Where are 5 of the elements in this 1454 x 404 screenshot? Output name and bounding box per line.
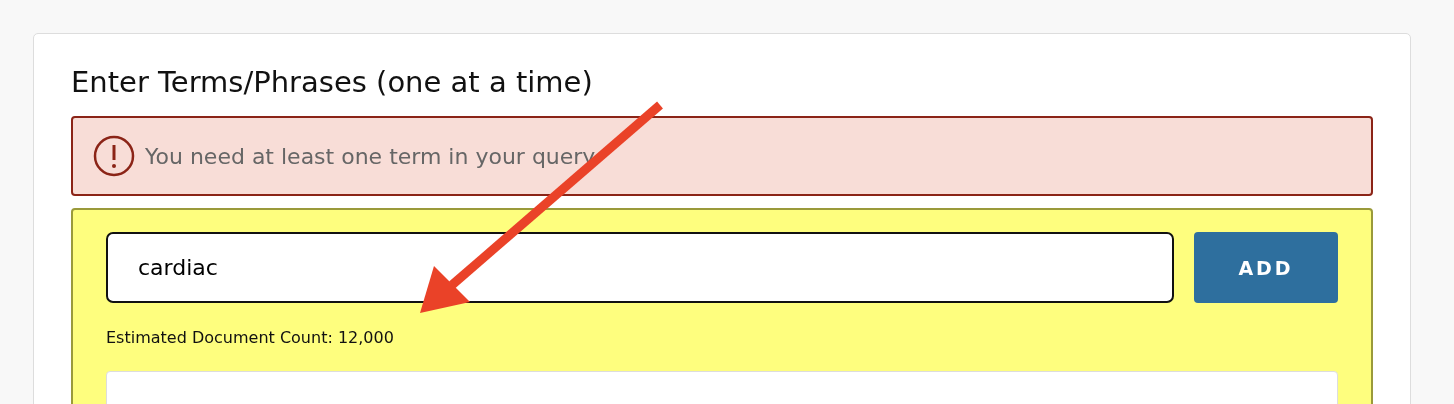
document-count: Estimated Document Count: 12,000 [106,328,395,347]
exclamation-icon [93,135,135,177]
section-heading: Enter Terms/Phrases (one at a time) [71,64,594,101]
term-input-field[interactable]: cardiac [106,232,1174,303]
add-button[interactable]: ADD [1194,232,1338,303]
